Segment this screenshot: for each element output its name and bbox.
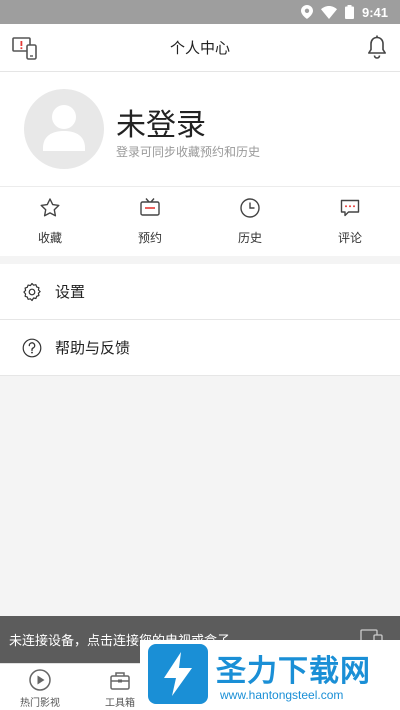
star-icon [40, 198, 60, 217]
watermark: 圣力下载网 www.hantongsteel.com [140, 640, 400, 710]
page-title: 个人中心 [169, 39, 230, 57]
avatar[interactable] [24, 89, 104, 169]
quick-favorites[interactable]: 收藏 [0, 187, 100, 256]
menu-item-settings-label: 设置 [55, 283, 86, 301]
status-time: 9:41 [361, 4, 388, 20]
quick-comments-label: 评论 [337, 231, 362, 245]
quick-favorites-label: 收藏 [37, 231, 62, 245]
tab-hot-videos-label: 热门影视 [20, 698, 60, 709]
quick-reservations-label: 预约 [137, 231, 162, 245]
device-alert-icon[interactable] [12, 36, 38, 60]
watermark-logo [148, 644, 208, 704]
comment-icon [340, 199, 360, 217]
clock-icon [240, 198, 260, 218]
tab-toolbox-label: 工具箱 [105, 698, 135, 709]
location-icon [300, 5, 313, 19]
menu-item-help-feedback-label: 帮助与反馈 [55, 339, 131, 357]
gear-icon [23, 282, 41, 301]
app-header: 个人中心 [0, 24, 400, 72]
profile-card[interactable]: 未登录 登录可同步收藏预约和历史 [0, 72, 400, 186]
login-status[interactable]: 未登录 [116, 100, 206, 144]
play-circle-icon [29, 669, 51, 691]
quick-comments[interactable]: 评论 [300, 187, 400, 256]
status-bar: 9:41 [0, 0, 400, 24]
quick-reservations[interactable]: 预约 [100, 187, 200, 256]
tv-icon [140, 198, 160, 216]
quick-actions: 收藏 预约 历史 评论 [0, 186, 400, 256]
menu-item-help-feedback[interactable]: 帮助与反馈 [0, 320, 400, 376]
quick-history[interactable]: 历史 [200, 187, 300, 256]
bell-icon[interactable] [366, 35, 388, 59]
login-hint: 登录可同步收藏预约和历史 [116, 145, 261, 159]
wifi-icon [320, 5, 337, 19]
lightning-icon [164, 652, 192, 696]
watermark-url: www.hantongsteel.com [220, 688, 344, 702]
toolbox-icon [110, 672, 130, 690]
quick-history-label: 历史 [237, 231, 262, 245]
help-icon [22, 338, 42, 357]
watermark-title: 圣力下载网 [216, 654, 371, 689]
menu-item-settings[interactable]: 设置 [0, 264, 400, 320]
battery-icon [344, 5, 354, 19]
tab-hot-videos[interactable]: 热门影视 [0, 664, 80, 710]
settings-menu: 设置 帮助与反馈 [0, 264, 400, 376]
user-silhouette-icon [43, 105, 85, 151]
